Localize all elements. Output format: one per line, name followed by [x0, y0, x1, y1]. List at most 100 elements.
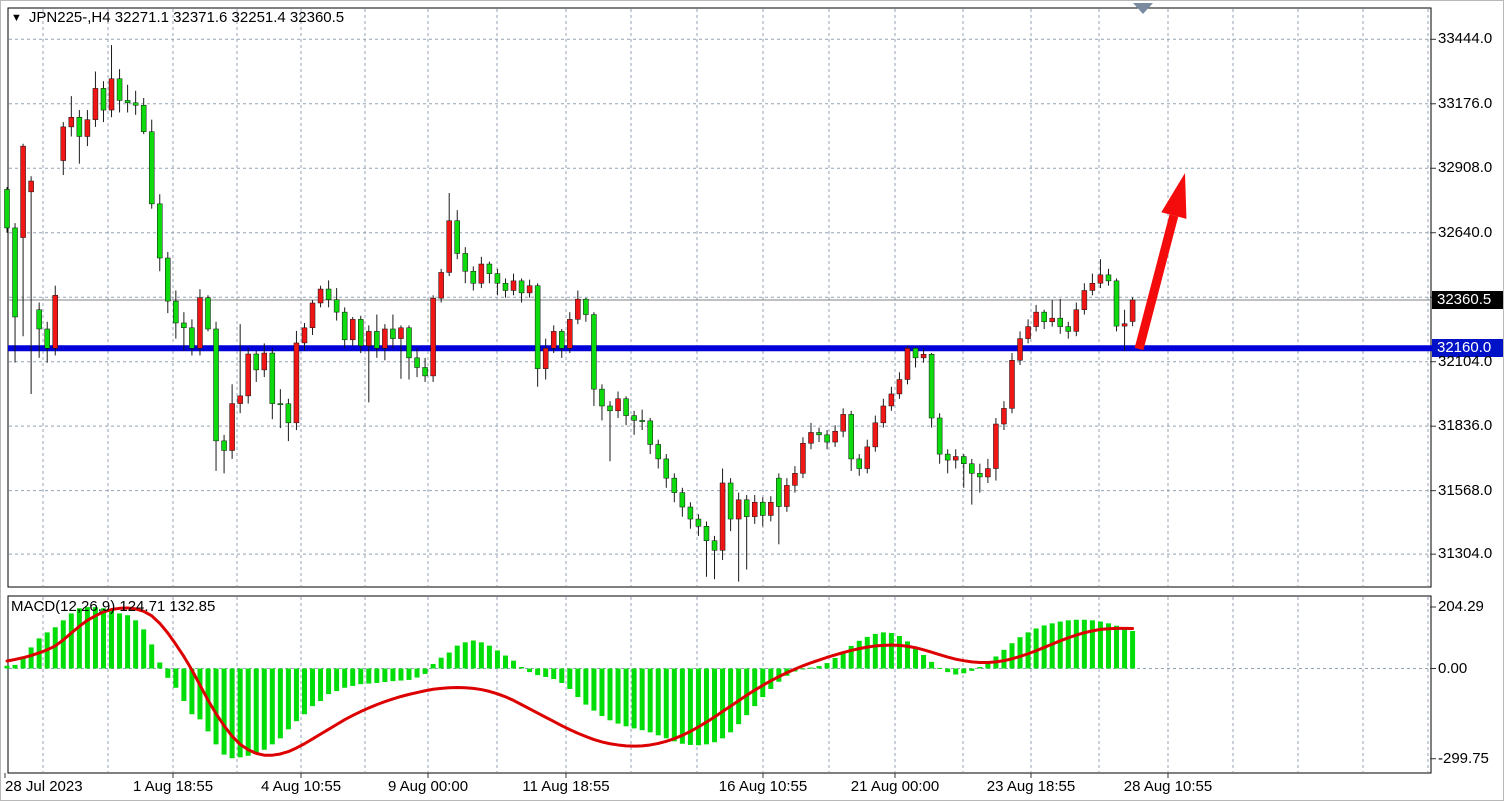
- price-axis-label: 33444.0: [1438, 31, 1492, 47]
- macd-bar: [704, 669, 709, 745]
- bull-candle: [567, 319, 572, 348]
- bull-candle: [889, 394, 894, 406]
- time-axis-label: 16 Aug 10:55: [719, 778, 807, 795]
- macd-bar: [833, 658, 838, 669]
- bull-candle: [841, 414, 846, 431]
- macd-bar: [825, 663, 830, 668]
- bull-candle: [350, 319, 355, 339]
- macd-bar: [390, 669, 395, 682]
- macd-bar: [929, 662, 934, 669]
- bear-candle: [125, 100, 130, 102]
- bull-candle: [262, 353, 267, 370]
- bear-candle: [471, 271, 476, 283]
- bear-candle: [624, 399, 629, 416]
- macd-bar: [1122, 628, 1127, 668]
- bear-candle: [608, 406, 613, 411]
- macd-bar: [109, 610, 114, 668]
- bear-candle: [334, 300, 339, 313]
- bear-candle: [278, 404, 283, 405]
- macd-bar: [961, 669, 966, 674]
- macd-bar: [262, 669, 267, 750]
- bull-candle: [800, 443, 805, 473]
- bull-candle: [865, 447, 870, 469]
- macd-bar: [527, 669, 532, 673]
- bull-candle: [302, 328, 307, 343]
- bear-candle: [688, 507, 693, 519]
- macd-bar: [61, 620, 66, 668]
- macd-bar: [1026, 632, 1031, 668]
- bear-candle: [945, 454, 950, 460]
- macd-bar: [254, 669, 259, 754]
- bull-candle: [318, 289, 323, 303]
- bull-candle: [768, 502, 773, 515]
- macd-bar: [350, 669, 355, 686]
- bull-candle: [1130, 300, 1135, 322]
- bear-candle: [969, 464, 974, 474]
- macd-bar: [624, 669, 629, 727]
- macd-bar: [889, 633, 894, 669]
- bear-candle: [656, 444, 661, 458]
- bear-candle: [455, 221, 460, 254]
- price-axis-label: 32104.0: [1438, 354, 1492, 370]
- bear-candle: [5, 189, 10, 227]
- bear-candle: [141, 105, 146, 131]
- bull-candle: [294, 343, 299, 423]
- macd-bar: [318, 669, 323, 702]
- time-axis-label: 11 Aug 18:55: [522, 778, 609, 795]
- macd-axis-label: -299.75: [1438, 751, 1489, 767]
- macd-bar: [1018, 637, 1023, 668]
- macd-bar: [937, 668, 942, 669]
- macd-bar: [921, 655, 926, 669]
- axis-ticks: [5, 39, 1436, 778]
- bull-candle: [953, 457, 958, 461]
- macd-bar: [632, 669, 637, 729]
- macd-bar: [656, 669, 661, 736]
- bull-candle: [881, 406, 886, 423]
- macd-bar: [495, 650, 500, 668]
- bull-candle: [752, 502, 757, 516]
- macd-indicator-label: MACD(12,26,9) 124.71 132.85: [11, 598, 215, 615]
- price-axis-label: 31836.0: [1438, 418, 1492, 434]
- macd-bar: [945, 669, 950, 673]
- bear-candle: [519, 281, 524, 293]
- price-axis-label: 31304.0: [1438, 546, 1492, 562]
- bear-candle: [632, 416, 637, 421]
- bear-candle: [535, 286, 540, 369]
- bear-candle: [817, 432, 822, 434]
- macd-bar: [809, 668, 814, 669]
- macd-bar: [447, 653, 452, 669]
- macd-bar: [800, 669, 805, 670]
- symbol-dropdown-icon[interactable]: ▼: [11, 12, 22, 24]
- bear-candle: [214, 329, 219, 441]
- macd-bar: [149, 644, 154, 668]
- macd-bar: [599, 669, 604, 717]
- bear-candle: [857, 459, 862, 469]
- bear-candle: [744, 500, 749, 517]
- time-axis-label: 9 Aug 00:00: [388, 778, 468, 795]
- bear-candle: [648, 421, 653, 445]
- trend-arrow-head[interactable]: [1161, 173, 1186, 219]
- bull-candle: [1090, 283, 1095, 290]
- bear-candle: [270, 353, 275, 404]
- bull-candle: [784, 485, 789, 506]
- macd-bar: [953, 669, 958, 675]
- macd-bar: [1058, 622, 1063, 669]
- grid-lines: [9, 9, 1430, 772]
- chart-canvas[interactable]: [1, 1, 1504, 801]
- macd-bar: [680, 669, 685, 744]
- bear-candle: [680, 493, 685, 507]
- macd-bar: [535, 669, 540, 676]
- bull-candle: [21, 146, 26, 237]
- macd-bar: [398, 669, 403, 681]
- bear-candle: [45, 329, 50, 348]
- trend-arrow-shaft[interactable]: [1139, 216, 1174, 349]
- bear-candle: [672, 478, 677, 492]
- macd-bar: [1090, 620, 1095, 668]
- macd-bar: [133, 620, 138, 668]
- macd-bar: [616, 669, 621, 724]
- bear-candle: [181, 323, 186, 328]
- bear-candle: [961, 457, 966, 464]
- macd-bar: [503, 656, 508, 669]
- bear-candle: [1066, 327, 1071, 332]
- bear-candle: [133, 103, 138, 105]
